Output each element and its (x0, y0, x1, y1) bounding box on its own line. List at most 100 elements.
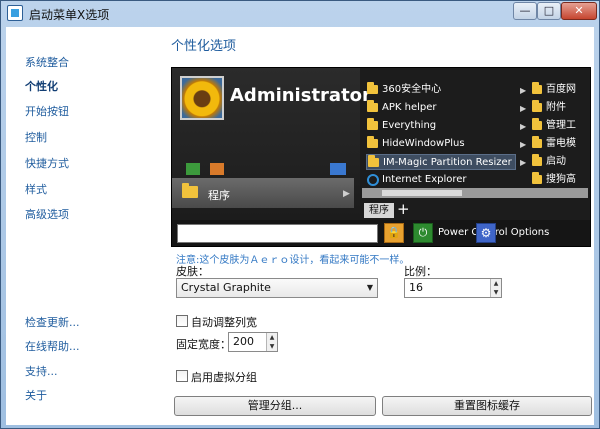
scale-spinner[interactable]: 16 ▲ ▼ (404, 278, 502, 298)
submenu-item-label: 雷电模 (546, 138, 576, 149)
title-bar: 启动菜单X选项 — □ ✕ (1, 1, 599, 25)
list-item-label: APK helper (382, 102, 437, 113)
chevron-right-icon: ▶ (520, 158, 527, 167)
gear-icon: ⚙ (476, 223, 496, 243)
submenu-item: 百度网 (532, 82, 590, 98)
sidebar-item-personalization[interactable]: 个性化 (25, 78, 58, 94)
about-link[interactable]: 关于 (25, 387, 47, 403)
submenu-item-label: 搜狗高 (546, 174, 576, 185)
sidebar-item-advanced[interactable]: 高级选项 (25, 206, 69, 222)
fixed-width-spinner[interactable]: 200 ▲ ▼ (228, 332, 278, 352)
submenu-item-label: 管理工 (546, 120, 576, 131)
programs-panel (172, 178, 354, 208)
power-icon: ⏻ (413, 223, 433, 243)
list-item: Everything (366, 118, 516, 134)
folder-icon (532, 136, 542, 148)
chevron-right-icon: ▶ (520, 104, 527, 113)
virtual-groups-label: 启用虚拟分组 (191, 371, 257, 384)
scale-label: 比例： (404, 265, 437, 278)
submenu-item-label: 百度网 (546, 84, 576, 95)
sidebar: 系统整合 个性化 开始按钮 控制 快捷方式 样式 高级选项 检查更新... 在线… (6, 27, 161, 425)
submenu-item-label: 附件 (546, 102, 566, 113)
reset-icon-cache-button[interactable]: 重置图标缓存 (382, 396, 592, 416)
window-title: 启动菜单X选项 (29, 8, 110, 22)
add-tab-icon: + (397, 200, 410, 218)
list-item-label: Everything (382, 120, 437, 131)
chevron-right-icon: ▶ (520, 140, 527, 149)
list-item-label: IM-Magic Partition Resizer S (383, 157, 516, 168)
sidebar-item-style[interactable]: 样式 (25, 181, 47, 197)
window-icon (330, 163, 346, 175)
scale-value: 16 (409, 281, 423, 294)
virtual-groups-checkbox[interactable] (176, 370, 188, 382)
support-link[interactable]: 支持... (25, 363, 58, 379)
folder-icon (367, 118, 378, 130)
manage-groups-button[interactable]: 管理分组... (174, 396, 376, 416)
fixed-width-spin-buttons: ▲ ▼ (266, 333, 277, 351)
scale-spin-buttons: ▲ ▼ (490, 279, 501, 297)
lock-icon: 🔒 (384, 223, 404, 243)
programs-label: 程序 (208, 189, 230, 202)
list-item-label: HideWindowPlus (382, 138, 465, 149)
sidebar-item-system-integration[interactable]: 系统整合 (25, 54, 69, 70)
spin-down-button[interactable]: ▼ (267, 342, 277, 351)
internet-explorer-icon (367, 174, 379, 186)
skin-select[interactable]: Crystal Graphite ▼ (176, 278, 378, 298)
sidebar-item-start-button[interactable]: 开始按钮 (25, 103, 69, 119)
programs-folder-icon (182, 183, 198, 198)
list-item-label: Internet Explorer (382, 174, 467, 185)
list-item: Internet Explorer (366, 172, 516, 188)
remove-app-icon (210, 163, 224, 175)
skin-preview: Administrator 程序 ▶ 360安全中心 APK helper Ev… (171, 67, 591, 247)
fixed-width-value: 200 (233, 335, 254, 348)
preview-bottom-bar: 🔒 ⏻ Power Control Options ⚙ (172, 220, 590, 246)
submenu-item: 搜狗高 (532, 172, 590, 188)
chevron-right-icon: ▶ (520, 86, 527, 95)
folder-icon (532, 172, 542, 184)
auto-width-label: 自动调整列宽 (191, 316, 257, 329)
folder-icon (367, 82, 378, 94)
folder-icon (532, 118, 542, 130)
maximize-button[interactable]: □ (537, 2, 561, 20)
spin-down-button[interactable]: ▼ (491, 288, 501, 297)
submenu-item-label: 启动 (546, 156, 566, 167)
spin-up-button[interactable]: ▲ (491, 279, 501, 288)
submenu-item: 启动 (532, 154, 590, 170)
spin-up-button[interactable]: ▲ (267, 333, 277, 342)
close-button[interactable]: ✕ (561, 2, 597, 20)
list-item-label: 360安全中心 (382, 84, 442, 95)
list-item: 360安全中心 (366, 82, 516, 98)
list-item: HideWindowPlus (366, 136, 516, 152)
submenu-item: 雷电模 (532, 136, 590, 152)
chevron-right-icon: ▶ (343, 189, 350, 199)
window: 启动菜单X选项 — □ ✕ 系统整合 个性化 开始按钮 控制 快捷方式 样式 高… (0, 0, 600, 429)
check-updates-link[interactable]: 检查更新... (25, 314, 80, 330)
aero-note: 注意:这个皮肤为Ａｅｒｏ设计，看起来可能不一样。 (176, 255, 410, 266)
scrollbar-thumb (382, 190, 462, 196)
list-item: APK helper (366, 100, 516, 116)
preview-horizontal-scrollbar (362, 188, 588, 198)
preview-user-name: Administrator (230, 85, 371, 106)
folder-icon (532, 100, 542, 112)
folder-icon (532, 82, 542, 94)
list-item-highlighted: IM-Magic Partition Resizer S (366, 154, 516, 170)
preview-left-pane: Administrator 程序 ▶ (172, 68, 371, 220)
fixed-width-label: 固定宽度： (176, 338, 231, 351)
skin-label: 皮肤： (176, 265, 209, 278)
folder-icon (532, 154, 542, 166)
online-help-link[interactable]: 在线帮助... (25, 338, 80, 354)
main-panel: 个性化选项 Administrator 程序 ▶ 360安全中心 APK hel… (161, 27, 594, 425)
folder-icon (367, 136, 378, 148)
page-title: 个性化选项 (171, 39, 237, 54)
chevron-down-icon: ▼ (366, 283, 373, 292)
folder-icon (367, 100, 378, 112)
app-icon (7, 5, 23, 21)
sidebar-item-shortcuts[interactable]: 快捷方式 (25, 155, 69, 171)
submenu-item: 管理工 (532, 118, 590, 134)
add-app-icon (186, 163, 200, 175)
minimize-button[interactable]: — (513, 2, 537, 20)
skin-select-value: Crystal Graphite (181, 281, 271, 294)
auto-width-checkbox[interactable] (176, 315, 188, 327)
avatar (180, 76, 224, 120)
sidebar-item-control[interactable]: 控制 (25, 129, 47, 145)
